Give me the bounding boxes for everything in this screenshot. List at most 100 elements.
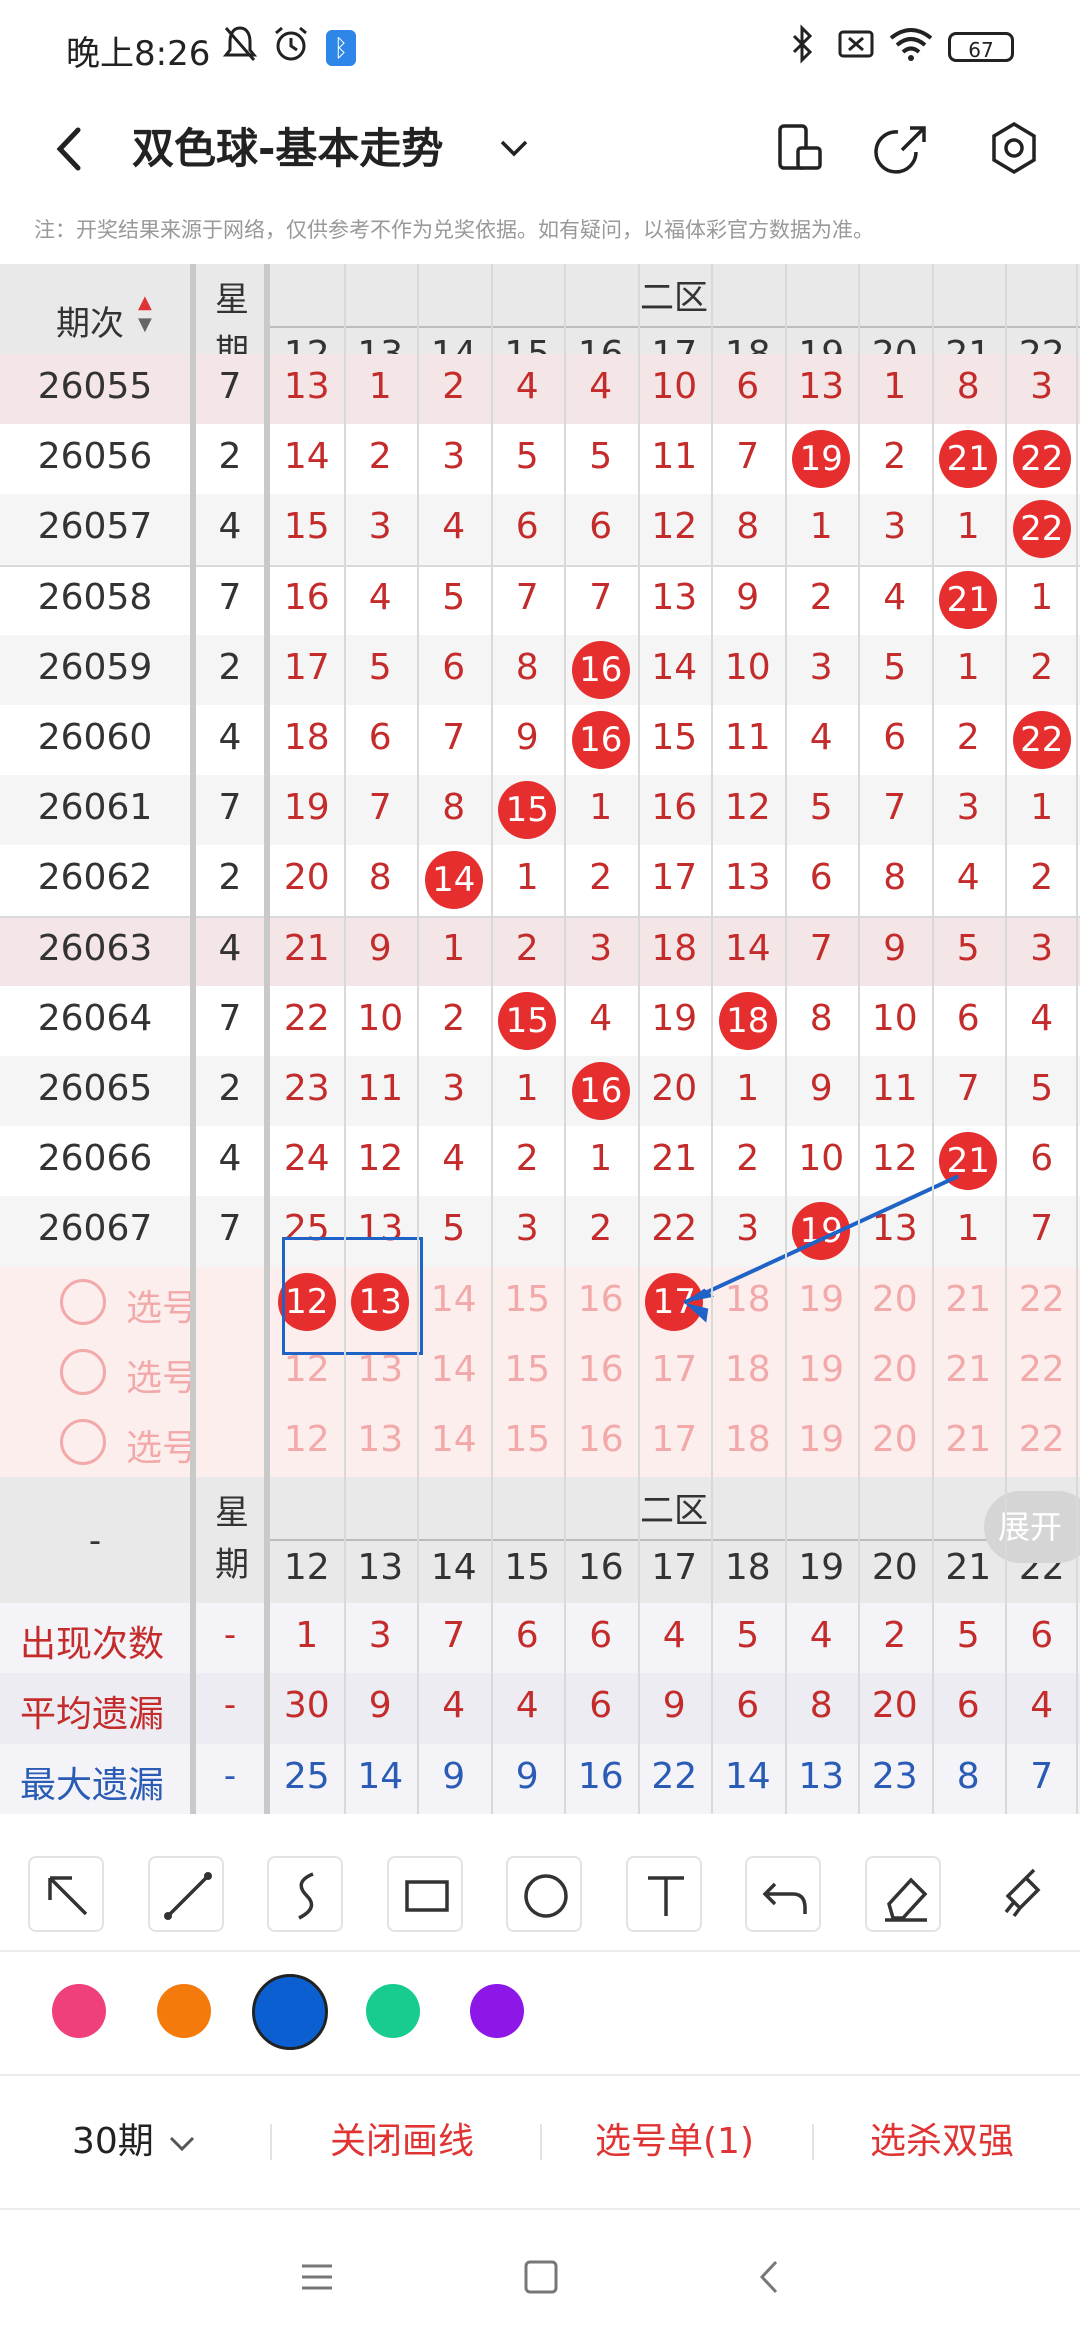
pick-number-12[interactable]: 12 [270,1419,344,1460]
eraser-button[interactable] [864,1856,941,1932]
pick-number-12[interactable]: 12 [270,1349,344,1390]
kill-double-button[interactable]: 选杀双强 [870,2110,1014,2174]
pick-number-18[interactable]: 18 [711,1419,785,1460]
page-title[interactable]: 双色球-基本走势 [132,114,443,184]
hit-ball-16: 16 [571,711,630,769]
trend-table[interactable]: 期次▲▼星 期二区1213141516171819202122260557131… [0,264,1080,1814]
home-square-icon [524,2260,558,2294]
pick-number-22[interactable]: 22 [1005,1419,1079,1460]
arrow-tool-button[interactable] [28,1856,104,1932]
undo-button[interactable] [745,1856,821,1932]
pick-row-checkbox[interactable] [60,1419,106,1465]
clear-button[interactable] [984,1856,1060,1932]
period-select[interactable]: 30期 [72,2110,199,2174]
pick-number-20[interactable]: 20 [858,1349,932,1390]
miss-count: 20 [651,1068,698,1109]
miss-count: 2 [956,717,980,758]
miss-count: 1 [883,366,907,407]
orientation-button[interactable] [768,116,832,180]
pick-number-17[interactable]: 17 [638,1419,712,1460]
color-swatch[interactable] [157,1984,211,2038]
pick-number-19[interactable]: 19 [785,1279,859,1320]
pick-number-13[interactable]: 13 [344,1349,418,1390]
miss-count: 15 [651,717,698,758]
miss-count: 2 [589,857,613,899]
miss-count: 1 [589,787,613,829]
pick-number-18[interactable]: 18 [711,1349,785,1390]
miss-count: 9 [515,717,539,758]
miss-count: 6 [368,717,392,758]
period-number: 26058 [37,576,153,618]
pick-number-16[interactable]: 16 [564,1419,638,1460]
footer-dash: - [88,1521,102,1562]
circle-tool-button[interactable] [506,1856,582,1932]
curve-tool-button[interactable] [267,1856,343,1932]
pick-number-19[interactable]: 19 [785,1349,859,1390]
hit-ball-22: 22 [1012,711,1071,769]
pick-row-checkbox[interactable] [60,1348,106,1395]
pick-number-20[interactable]: 20 [858,1419,932,1460]
pick-row-label[interactable]: 选号 [126,1419,198,1471]
pick-row-label[interactable]: 选号 [126,1349,198,1401]
pick-number-17[interactable]: 17 [638,1349,712,1390]
home-nav-button[interactable] [516,2252,566,2302]
expand-button[interactable]: 展开 [984,1491,1080,1564]
zone-divider [270,326,1080,328]
pick-number-16[interactable]: 16 [564,1349,638,1390]
miss-count: 6 [442,646,466,688]
stats-label: 最大遗漏 [20,1764,165,1806]
pick-number-18[interactable]: 18 [711,1279,785,1320]
share-button[interactable] [870,116,934,180]
pick-number-13[interactable]: 13 [344,1419,418,1460]
stats-dash: - [223,1685,237,1726]
pick-number-14[interactable]: 14 [417,1279,491,1320]
selected-number-17[interactable]: 17 [645,1272,704,1331]
grid-line [417,264,419,1814]
pick-number-14[interactable]: 14 [417,1349,491,1390]
pick-number-21[interactable]: 21 [932,1419,1006,1460]
rotate-screen-icon [778,124,822,170]
pick-number-20[interactable]: 20 [858,1279,932,1320]
pick-number-15[interactable]: 15 [491,1419,565,1460]
pick-number-14[interactable]: 14 [417,1419,491,1460]
text-tool-button[interactable] [625,1856,702,1932]
stats-value: 9 [368,1685,392,1727]
arrow-tool-icon [48,1876,88,1916]
back-nav-button[interactable] [744,2252,794,2302]
pick-number-22[interactable]: 22 [1005,1279,1079,1320]
menu-nav-button[interactable] [292,2252,342,2302]
footer-zone-label: 二区 [640,1491,708,1532]
color-swatch[interactable] [252,1974,328,2050]
miss-count: 13 [724,857,771,899]
pick-number-16[interactable]: 16 [564,1279,638,1320]
color-swatch[interactable] [470,1984,524,2038]
period-number: 26066 [37,1138,153,1180]
miss-count: 5 [368,646,392,688]
sort-arrows-icon[interactable]: ▼ [138,316,152,334]
rectangle-tool-button[interactable] [386,1856,463,1932]
pick-number-15[interactable]: 15 [491,1279,565,1320]
pick-row-label[interactable]: 选号 [126,1279,198,1331]
line-tool-button[interactable] [147,1856,224,1932]
close-drawing-button[interactable]: 关闭画线 [330,2110,474,2174]
footer-column-16: 16 [577,1547,624,1589]
pick-list-button[interactable]: 选号单(1) [595,2110,754,2174]
pick-number-15[interactable]: 15 [491,1349,565,1390]
column-header-period[interactable]: 期次 [56,296,124,345]
miss-count: 3 [1030,366,1054,407]
back-button[interactable] [44,114,104,184]
hit-ball-15: 15 [498,991,557,1050]
pick-row-checkbox[interactable] [60,1278,106,1325]
title-dropdown[interactable] [492,126,536,170]
pick-number-21[interactable]: 21 [932,1279,1006,1320]
settings-button[interactable] [982,116,1046,180]
pick-number-22[interactable]: 22 [1005,1349,1079,1390]
color-swatch[interactable] [366,1984,420,2038]
color-swatch[interactable] [52,1984,106,2038]
pick-number-19[interactable]: 19 [785,1419,859,1460]
miss-count: 7 [515,576,539,618]
pick-number-21[interactable]: 21 [932,1349,1006,1390]
sort-arrows-icon[interactable]: ▲ [138,294,152,312]
miss-count: 12 [724,787,771,829]
miss-count: 5 [442,576,466,618]
